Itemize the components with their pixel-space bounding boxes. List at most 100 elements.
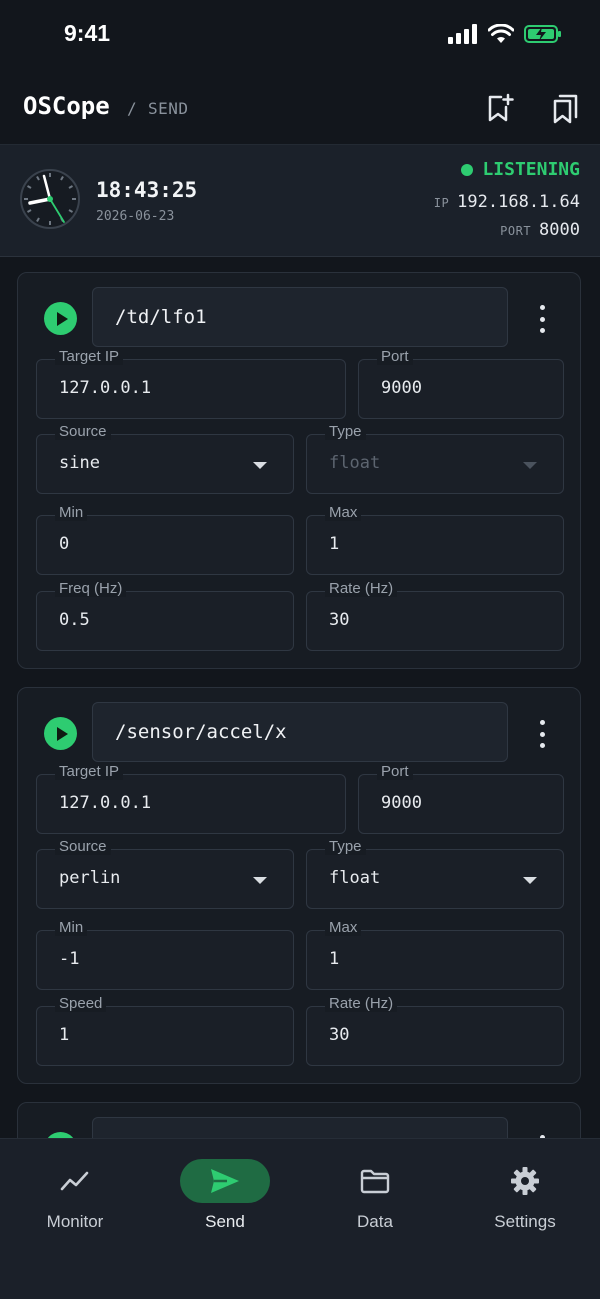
target-ip-label: Target IP <box>55 763 124 780</box>
send-icon <box>211 1169 239 1193</box>
rate-label: Rate (Hz) <box>325 580 398 597</box>
type-select[interactable]: Type float <box>306 838 564 909</box>
sender-card: /td/lfo1 Target IP 127.0.0.1 Port 9000 S… <box>17 272 581 669</box>
source-value: sine <box>59 453 100 473</box>
max-field[interactable]: Max 1 <box>306 504 564 575</box>
nav-icon-wrap <box>180 1159 270 1203</box>
min-label: Min <box>55 919 88 936</box>
wifi-icon <box>488 24 514 43</box>
dropdown-arrow-icon <box>523 462 537 469</box>
type-select: Type float <box>306 423 564 494</box>
more-vert-icon <box>539 305 545 310</box>
nav-label-monitor: Monitor <box>46 1212 104 1231</box>
max-value: 1 <box>329 949 340 969</box>
breadcrumb-section: SEND <box>148 99 189 118</box>
target-ip-value: 127.0.0.1 <box>59 378 152 398</box>
source-label: Source <box>55 838 111 855</box>
speed-label: Speed <box>55 995 107 1012</box>
bookmarks-icon <box>553 94 578 124</box>
max-label: Max <box>325 504 362 521</box>
min-field[interactable]: Min 0 <box>36 504 294 575</box>
nav-item-monitor[interactable]: Monitor <box>0 1139 150 1249</box>
chart-line-icon <box>60 1171 89 1191</box>
ip-label: IP <box>433 196 450 210</box>
nav-label-data: Data <box>357 1212 393 1231</box>
port-field[interactable]: Port 9000 <box>358 763 564 834</box>
more-vert-icon <box>539 720 545 725</box>
source-value: perlin <box>59 868 121 888</box>
current-time: 18:43:25 <box>96 178 198 202</box>
freq-value: 0.5 <box>59 610 90 630</box>
speed-value: 1 <box>59 1025 70 1045</box>
status-time: 9:41 <box>64 20 111 46</box>
max-value: 1 <box>329 534 340 554</box>
analog-clock-icon <box>20 169 80 229</box>
speed-field[interactable]: Speed 1 <box>36 995 294 1066</box>
rate-field[interactable]: Rate (Hz) 30 <box>306 580 564 651</box>
rate-value: 30 <box>329 610 350 630</box>
target-ip-field[interactable]: Target IP 127.0.0.1 <box>36 763 346 834</box>
target-ip-value: 127.0.0.1 <box>59 793 152 813</box>
source-select[interactable]: Source perlin <box>36 838 294 909</box>
port-label: PORT <box>500 224 532 238</box>
sender-card: /sensor/accel/x Target IP 127.0.0.1 Port… <box>17 687 581 1084</box>
max-field[interactable]: Max 1 <box>306 919 564 990</box>
port-field[interactable]: Port 9000 <box>358 348 564 419</box>
dropdown-arrow-icon <box>253 462 267 469</box>
freq-field[interactable]: Freq (Hz) 0.5 <box>36 580 294 651</box>
add-bookmark-button[interactable] <box>478 86 522 130</box>
status-icons <box>448 24 562 44</box>
nav-item-data[interactable]: Data <box>300 1139 450 1249</box>
listening-status-label: LISTENING <box>482 159 580 180</box>
min-label: Min <box>55 504 88 521</box>
osc-address-input[interactable]: /td/lfo1 <box>92 287 508 347</box>
source-select[interactable]: Source sine <box>36 423 294 494</box>
listener-status-panel: 18:43:25 2026-06-23 LISTENING IP 192.168… <box>0 144 600 257</box>
bookmarks-button[interactable] <box>544 86 588 130</box>
more-options-button[interactable] <box>530 720 554 748</box>
osc-address-input[interactable]: /sensor/accel/x <box>92 702 508 762</box>
nav-item-settings[interactable]: Settings <box>450 1139 600 1249</box>
min-value: -1 <box>59 949 80 969</box>
min-field[interactable]: Min -1 <box>36 919 294 990</box>
nav-icon-wrap <box>30 1159 120 1203</box>
port-row: PORT 8000 <box>500 220 580 240</box>
dropdown-arrow-icon <box>253 877 267 884</box>
status-bar: 9:41 <box>0 0 600 70</box>
nav-label-settings: Settings <box>494 1212 556 1231</box>
port-value: 8000 <box>539 220 580 240</box>
port-field-label: Port <box>377 763 413 780</box>
play-icon <box>56 726 68 741</box>
nav-item-send[interactable]: Send <box>150 1139 300 1249</box>
max-label: Max <box>325 919 362 936</box>
play-button[interactable] <box>44 717 77 750</box>
type-value: float <box>329 868 381 888</box>
bottom-navigation: Monitor Send Data Settings <box>0 1138 600 1299</box>
nav-label-send: Send <box>205 1212 245 1231</box>
port-field-label: Port <box>377 348 413 365</box>
ip-value: 192.168.1.64 <box>457 192 580 212</box>
nav-icon-wrap <box>330 1159 420 1203</box>
source-label: Source <box>55 423 111 440</box>
ip-row: IP 192.168.1.64 <box>434 192 580 212</box>
more-options-button[interactable] <box>530 305 554 333</box>
rate-label: Rate (Hz) <box>325 995 398 1012</box>
play-button[interactable] <box>44 302 77 335</box>
play-icon <box>56 311 68 326</box>
nav-icon-wrap <box>480 1159 570 1203</box>
min-value: 0 <box>59 534 70 554</box>
bookmark-add-icon <box>488 93 514 122</box>
signal-icon <box>448 24 477 44</box>
freq-label: Freq (Hz) <box>55 580 127 597</box>
breadcrumb-separator: / <box>127 99 137 118</box>
dropdown-arrow-icon <box>523 877 537 884</box>
target-ip-field[interactable]: Target IP 127.0.0.1 <box>36 348 346 419</box>
rate-field[interactable]: Rate (Hz) 30 <box>306 995 564 1066</box>
port-field-value: 9000 <box>381 378 422 398</box>
app-bar: OSCope / SEND <box>0 70 600 144</box>
app-title: OSCope <box>23 92 110 120</box>
listening-status: LISTENING <box>461 159 580 180</box>
current-date: 2026-06-23 <box>96 209 175 224</box>
rate-value: 30 <box>329 1025 350 1045</box>
status-dot-icon <box>461 163 474 176</box>
